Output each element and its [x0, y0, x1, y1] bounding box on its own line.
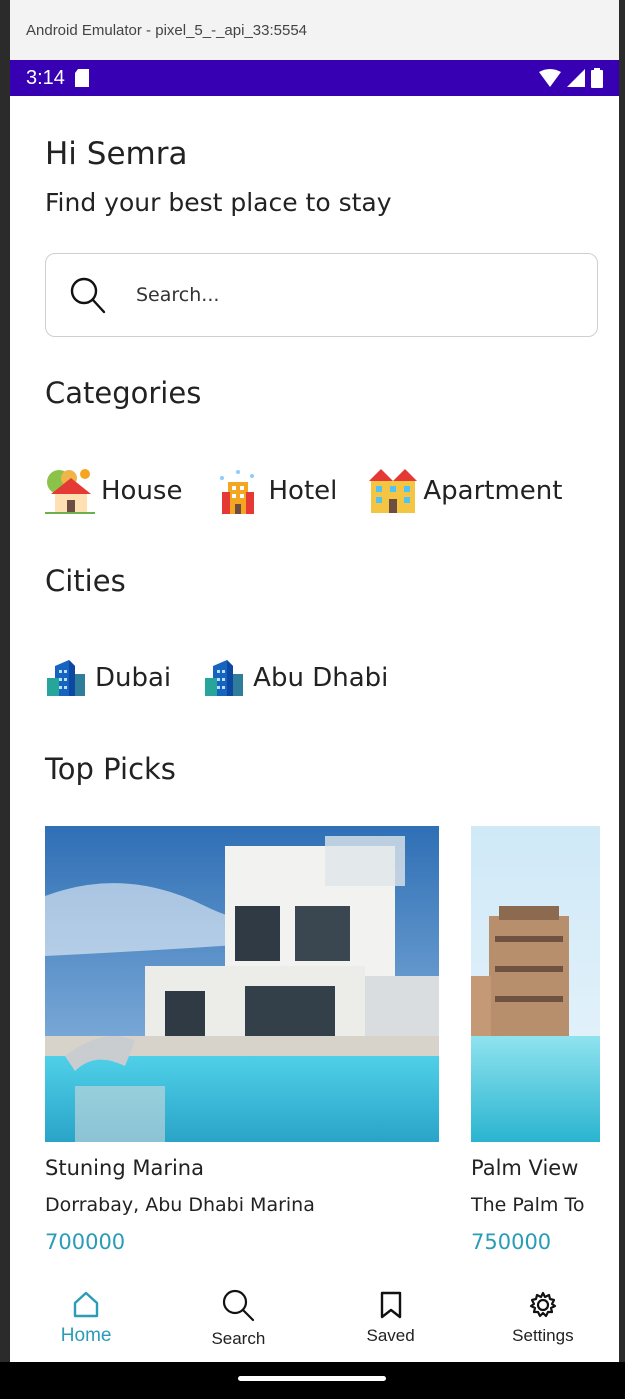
property-card[interactable]: Stuning Marina Dorrabay, Abu Dhabi Marin…: [45, 826, 439, 1254]
bottom-navigation: Home Search Saved Settings: [10, 1274, 619, 1362]
category-label: Hotel: [268, 476, 338, 506]
categories-row: House Hotel Apartment: [45, 468, 594, 514]
nav-label: Home: [60, 1325, 112, 1346]
greeting-title: Hi Semra: [45, 136, 188, 172]
window-title: Android Emulator - pixel_5_-_api_33:5554: [26, 21, 308, 39]
top-picks-carousel[interactable]: Stuning Marina Dorrabay, Abu Dhabi Marin…: [45, 826, 600, 1266]
city-label: Dubai: [95, 663, 172, 693]
emulator-title-bar: Android Emulator - pixel_5_-_api_33:5554: [10, 0, 619, 60]
gear-icon: [529, 1291, 556, 1318]
category-apartment[interactable]: Apartment: [369, 469, 562, 513]
cities-title: Cities: [45, 564, 126, 598]
search-bar[interactable]: Search...: [45, 253, 598, 337]
cities-row: Dubai Abu Dhabi: [45, 658, 420, 698]
property-name: Palm View: [471, 1156, 579, 1180]
category-label: Apartment: [423, 476, 563, 506]
city-label: Abu Dhabi: [253, 663, 389, 693]
apartment-icon: [369, 469, 418, 513]
top-picks-title: Top Picks: [45, 752, 176, 786]
window-frame-left: [0, 0, 10, 1399]
categories-title: Categories: [45, 376, 202, 410]
home-gesture-handle[interactable]: [238, 1376, 386, 1381]
city-building-icon: [205, 660, 244, 696]
property-name: Stuning Marina: [45, 1156, 204, 1180]
app-screen: Hi Semra Find your best place to stay Se…: [10, 96, 619, 1362]
nav-label: Settings: [512, 1326, 574, 1345]
category-house[interactable]: House: [45, 468, 182, 514]
category-hotel[interactable]: Hotel: [214, 468, 337, 514]
bookmark-icon: [380, 1291, 401, 1319]
property-image: [45, 826, 439, 1142]
home-icon: [73, 1291, 99, 1318]
nav-settings[interactable]: Settings: [483, 1290, 603, 1346]
property-location: Dorrabay, Abu Dhabi Marina: [45, 1194, 315, 1216]
city-building-icon: [47, 660, 85, 696]
window-frame-right: [619, 0, 625, 1399]
nav-label: Saved: [366, 1326, 415, 1345]
city-dubai[interactable]: Dubai: [45, 658, 171, 698]
nav-label: Search: [211, 1329, 266, 1348]
wifi-icon: [539, 69, 561, 87]
search-icon: [223, 1289, 255, 1322]
sd-card-icon: [74, 69, 89, 87]
hotel-icon: [220, 470, 255, 514]
property-price: 750000: [471, 1230, 552, 1254]
property-image: [471, 826, 600, 1142]
property-price: 700000: [45, 1230, 126, 1254]
nav-saved[interactable]: Saved: [331, 1290, 451, 1346]
signal-icon: [567, 69, 585, 87]
search-icon: [70, 277, 106, 314]
nav-home[interactable]: Home: [26, 1289, 146, 1347]
property-location: The Palm To: [471, 1194, 585, 1216]
property-card[interactable]: Palm View The Palm To 750000: [471, 826, 600, 1254]
gesture-bar: [0, 1362, 625, 1399]
city-abu-dhabi[interactable]: Abu Dhabi: [203, 658, 388, 698]
nav-search[interactable]: Search: [178, 1287, 298, 1349]
house-icon: [45, 469, 95, 514]
greeting-subtitle: Find your best place to stay: [45, 188, 392, 217]
status-bar: 3:14: [10, 60, 619, 96]
category-label: House: [101, 476, 183, 506]
battery-icon: [591, 68, 603, 88]
status-time: 3:14: [26, 66, 65, 89]
search-input[interactable]: Search...: [136, 284, 219, 306]
